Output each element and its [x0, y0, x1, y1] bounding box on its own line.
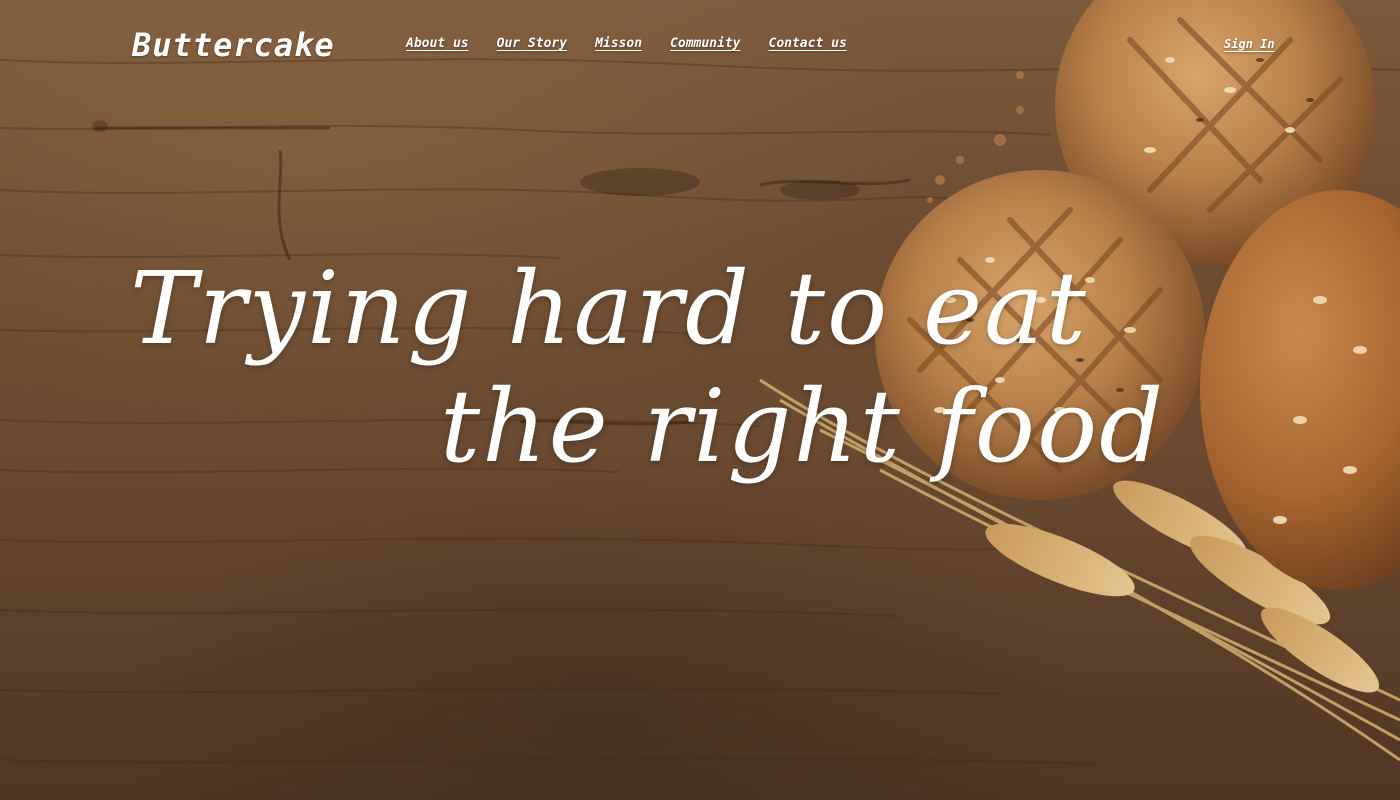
nav-item-our-story[interactable]: Our Story: [497, 36, 567, 51]
nav-item-about-us[interactable]: About us: [406, 36, 469, 51]
brand-logo[interactable]: Buttercake: [132, 26, 335, 64]
nav-item-contact-us[interactable]: Contact us: [769, 36, 847, 51]
hero-headline: Trying hard to eat the right food: [130, 250, 1165, 486]
headline-line-1: Trying hard to eat: [130, 250, 1088, 367]
nav-item-community[interactable]: Community: [670, 36, 740, 51]
nav-item-mission[interactable]: Misson: [595, 36, 642, 51]
headline-line-2: the right food: [440, 368, 1166, 485]
sign-in-link[interactable]: Sign In: [1224, 37, 1275, 51]
main-nav: About us Our Story Misson Community Cont…: [406, 36, 847, 51]
